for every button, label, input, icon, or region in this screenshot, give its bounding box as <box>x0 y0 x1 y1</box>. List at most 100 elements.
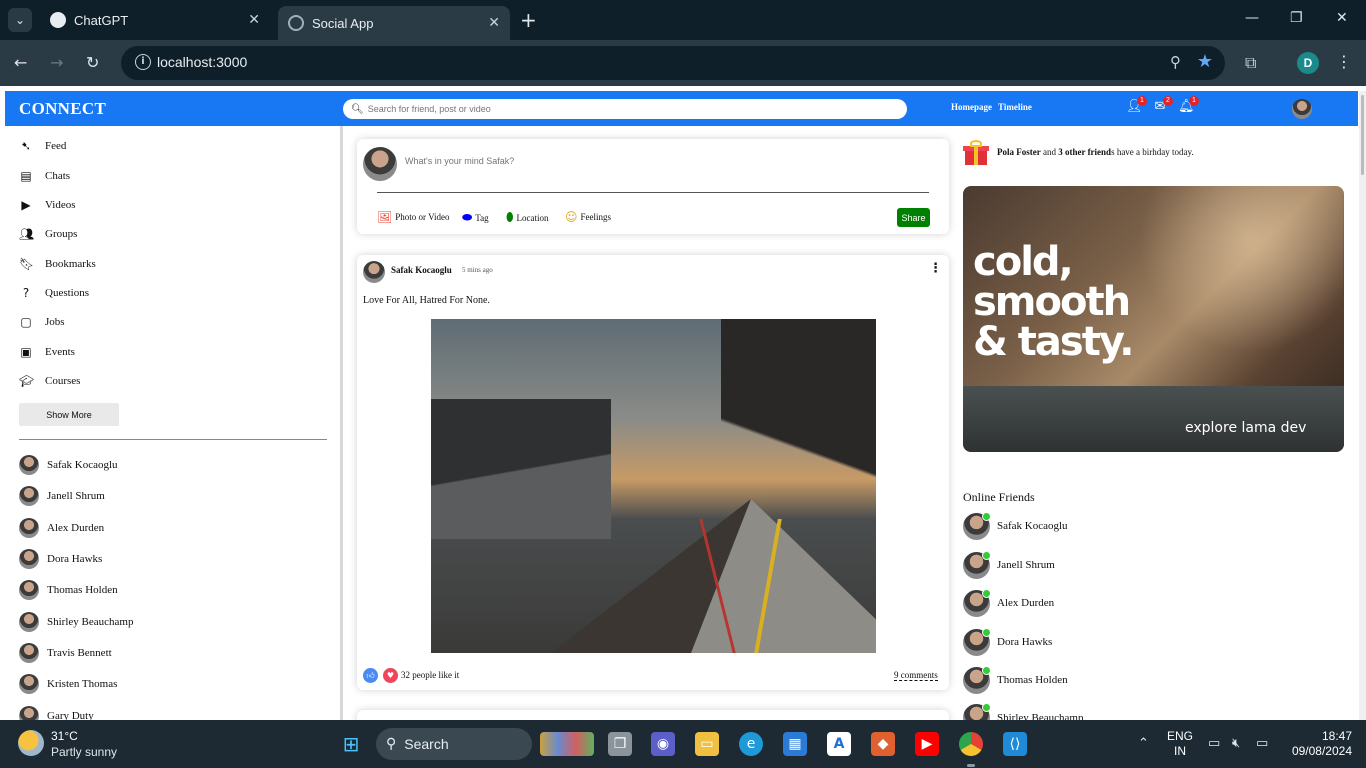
sidebar-divider <box>19 439 327 440</box>
sidebar-item-groups[interactable]: 👥︎ Groups <box>19 224 77 244</box>
option-label: Feelings <box>580 212 612 222</box>
profile-avatar[interactable]: D <box>1297 52 1319 74</box>
new-tab-button[interactable]: + <box>520 8 537 32</box>
tab-title: Social App <box>312 15 374 31</box>
volume-muted-icon[interactable]: 🔇︎ <box>1232 736 1240 751</box>
search-bar[interactable]: 🔍︎ <box>343 99 907 119</box>
store-icon[interactable]: ▦ <box>783 732 807 756</box>
back-icon[interactable]: ← <box>14 53 27 72</box>
post-input[interactable] <box>405 156 805 166</box>
start-icon[interactable]: ⊞ <box>339 732 363 756</box>
sidebar-item-questions[interactable]: ? Questions <box>19 283 89 303</box>
sidebar-item-courses[interactable]: 🎓︎ Courses <box>19 371 80 391</box>
chat-icon[interactable]: ✉︎ 2 <box>1152 96 1173 115</box>
friend-list-item[interactable]: Dora Hawks <box>19 548 102 570</box>
forward-icon[interactable]: → <box>50 53 63 72</box>
widgets-icon[interactable] <box>540 732 594 756</box>
network-icon[interactable]: ▭ <box>1208 736 1220 751</box>
close-tab-icon[interactable]: ✕ <box>248 12 260 28</box>
friend-list-item[interactable]: Safak Kocaoglu <box>19 454 118 476</box>
post-username[interactable]: Safak Kocaoglu <box>391 265 452 275</box>
close-window-icon[interactable]: ✕ <box>1336 10 1348 26</box>
sidebar-item-bookmarks[interactable]: 🔖︎ Bookmarks <box>19 254 96 274</box>
tag-option[interactable]: ⬬ Tag <box>462 210 489 225</box>
tab-chatgpt[interactable]: ChatGPT ✕ <box>40 6 270 34</box>
minimize-icon[interactable]: — <box>1245 10 1259 26</box>
friend-list-item[interactable]: Alex Durden <box>19 517 104 539</box>
app-logo[interactable]: CONNECT <box>19 99 106 119</box>
friend-requests-icon[interactable]: 👤︎ 1 <box>1126 96 1147 115</box>
heart-icon[interactable]: ♥ <box>383 668 398 683</box>
photo-video-option[interactable]: 🖼︎ Photo or Video <box>377 210 450 224</box>
online-friend-item[interactable]: Shirley Beauchamp <box>963 704 1083 720</box>
online-friend-item[interactable]: Janell Shrum <box>963 550 1055 579</box>
azure-icon[interactable]: A <box>827 732 851 756</box>
friend-list-item[interactable]: Shirley Beauchamp <box>19 611 133 633</box>
page-scrollbar[interactable] <box>1359 91 1366 720</box>
clock[interactable]: 18:47 09/08/2024 <box>1288 729 1352 759</box>
sidebar-item-label: Events <box>45 346 75 358</box>
weather-description[interactable]: Partly sunny <box>51 745 117 759</box>
omnibox[interactable]: i localhost:3000 ⚲ ★ <box>121 46 1225 80</box>
language-indicator[interactable]: ENG IN <box>1167 729 1193 759</box>
tab-social-app[interactable]: Social App ✕ <box>278 6 510 40</box>
close-tab-icon[interactable]: ✕ <box>488 15 500 31</box>
friend-list-item[interactable]: Travis Bennett <box>19 642 112 664</box>
browser-menu-icon[interactable]: ⋮ <box>1336 52 1352 71</box>
user-avatar[interactable] <box>1292 99 1312 119</box>
clock-date: 09/08/2024 <box>1291 744 1352 758</box>
weather-temperature[interactable]: 31°C <box>51 729 78 743</box>
teams-icon[interactable]: ◉ <box>651 732 675 756</box>
online-friend-item[interactable]: Alex Durden <box>963 588 1054 617</box>
avatar[interactable] <box>363 261 385 283</box>
online-friend-item[interactable]: Thomas Holden <box>963 665 1068 694</box>
extensions-icon[interactable]: ⧉ <box>1245 53 1256 73</box>
bookmark-star-icon[interactable]: ★ <box>1197 51 1213 72</box>
sidebar-item-videos[interactable]: ▶ Videos <box>19 195 75 215</box>
search-input[interactable] <box>367 104 888 114</box>
tab-search-button[interactable]: ⌄ <box>8 8 32 32</box>
location-option[interactable]: ⬮ Location <box>506 210 549 225</box>
app-icon[interactable]: ◆ <box>871 732 895 756</box>
friend-list-item[interactable]: Thomas Holden <box>19 579 118 601</box>
sidebar-scrollbar[interactable] <box>340 126 343 720</box>
chevron-up-icon[interactable]: ⌃ <box>1138 736 1149 751</box>
taskbar-search[interactable]: ⚲ Search <box>376 728 532 760</box>
notifications-badge: 1 <box>1189 96 1199 106</box>
show-more-button[interactable]: Show More <box>19 403 119 426</box>
zoom-icon[interactable]: ⚲ <box>1170 53 1181 71</box>
sidebar-item-feed[interactable]: ➷ Feed <box>19 136 66 156</box>
share-button[interactable]: Share <box>897 208 930 227</box>
sidebar-item-chats[interactable]: ▤ Chats <box>19 166 70 186</box>
friend-list-item[interactable]: Janell Shrum <box>19 485 105 507</box>
edge-icon[interactable]: e <box>739 732 763 756</box>
notifications-icon[interactable]: 🔔︎ 1 <box>1178 96 1199 115</box>
site-info-icon[interactable]: i <box>135 54 151 70</box>
reload-icon[interactable]: ↻ <box>86 53 99 72</box>
online-friend-item[interactable]: Dora Hawks <box>963 627 1052 656</box>
option-label: Tag <box>475 212 489 223</box>
homepage-link[interactable]: Homepage <box>951 102 992 112</box>
feelings-option[interactable]: ☺ Feelings <box>565 210 611 224</box>
youtube-icon[interactable]: ▶ <box>915 732 939 756</box>
more-options-icon[interactable]: ⋮ <box>929 261 942 276</box>
friend-name: Janell Shrum <box>997 559 1055 571</box>
sidebar-item-jobs[interactable]: ▢ Jobs <box>19 312 64 332</box>
ad-banner[interactable]: cold, smooth & tasty. explore lama dev <box>963 186 1344 452</box>
friend-list-item[interactable]: Gary Duty <box>19 705 94 720</box>
weather-icon[interactable] <box>18 730 44 756</box>
restore-icon[interactable]: ❐ <box>1290 10 1303 26</box>
tab-title: ChatGPT <box>74 12 129 28</box>
sidebar-item-events[interactable]: ▣ Events <box>19 342 75 362</box>
timeline-link[interactable]: Timeline <box>998 102 1032 112</box>
like-icon[interactable]: 👍︎ <box>363 668 378 683</box>
comments-link[interactable]: 9 comments <box>894 670 938 681</box>
task-view-icon[interactable]: ❐ <box>608 732 632 756</box>
battery-icon[interactable]: ▭ <box>1256 736 1268 751</box>
friend-list-item[interactable]: Kristen Thomas <box>19 673 117 695</box>
vscode-icon[interactable]: ⟨⟩ <box>1003 732 1027 756</box>
url-text[interactable]: localhost:3000 <box>157 54 247 70</box>
file-explorer-icon[interactable]: ▭ <box>695 732 719 756</box>
online-friend-item[interactable]: Safak Kocaoglu <box>963 511 1068 540</box>
chrome-icon[interactable] <box>959 732 983 756</box>
